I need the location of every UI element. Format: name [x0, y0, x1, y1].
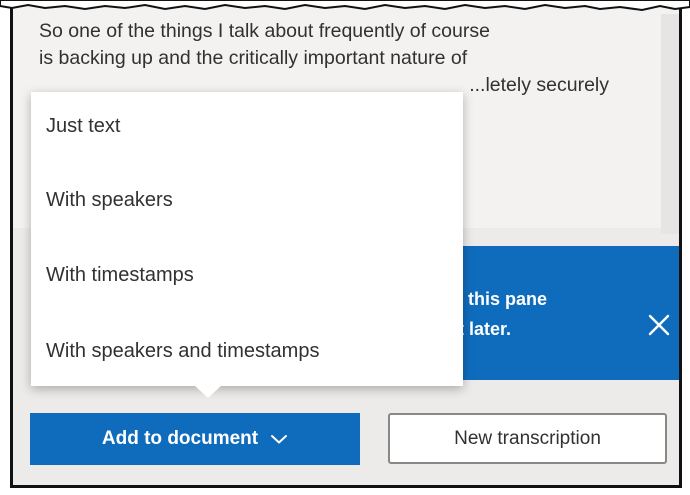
- menu-item-with-timestamps[interactable]: With timestamps: [46, 264, 194, 287]
- transcript-line: So one of the things I talk about freque…: [39, 20, 490, 42]
- chevron-down-icon: [271, 435, 288, 444]
- transcription-pane: So one of the things I talk about freque…: [10, 0, 682, 488]
- banner-text-line: e this pane: [453, 289, 548, 309]
- menu-item-with-speakers-and-timestamps[interactable]: With speakers and timestamps: [46, 340, 319, 363]
- banner-text: e this pane it later.: [453, 284, 547, 344]
- banner-close-button[interactable]: [642, 308, 676, 342]
- menu-item-just-text[interactable]: Just text: [46, 115, 120, 138]
- new-transcription-label: New transcription: [454, 427, 601, 449]
- info-banner: e this pane it later.: [433, 246, 679, 380]
- menu-item-with-speakers[interactable]: With speakers: [46, 189, 173, 212]
- transcript-text: So one of the things I talk about freque…: [39, 18, 629, 99]
- torn-edge: [0, 0, 690, 12]
- add-to-document-button[interactable]: Add to document: [30, 413, 360, 465]
- banner-text-line: it later.: [453, 319, 512, 339]
- add-to-document-label: Add to document: [101, 428, 259, 449]
- close-icon: [648, 314, 670, 336]
- menu-beak: [195, 386, 221, 398]
- add-to-document-menu: Just text With speakers With timestamps …: [31, 92, 463, 398]
- transcript-line: is backing up and the critically importa…: [39, 47, 468, 69]
- scrollbar[interactable]: [661, 14, 679, 234]
- new-transcription-button[interactable]: New transcription: [388, 413, 667, 464]
